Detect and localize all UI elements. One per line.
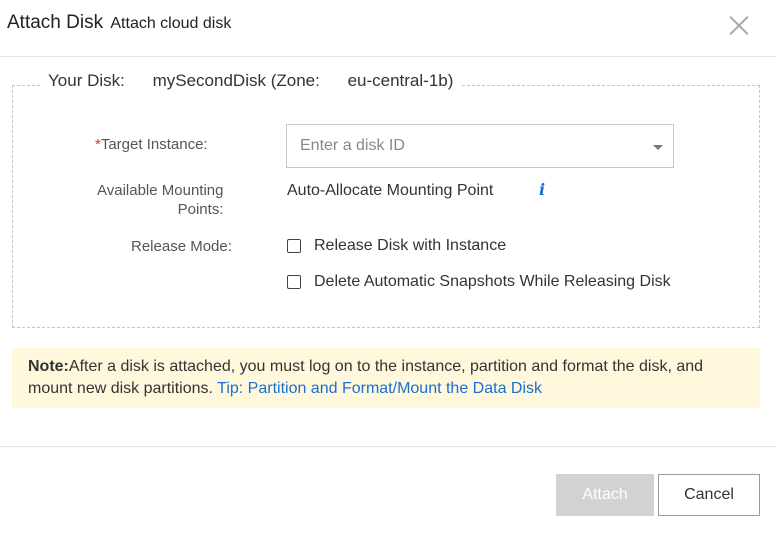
dialog-header: Attach Disk Attach cloud disk bbox=[0, 0, 776, 57]
target-instance-select[interactable]: Enter a disk ID bbox=[286, 124, 674, 168]
disk-name: mySecondDisk (Zone: bbox=[152, 71, 320, 90]
mounting-points-label-line2: Points: bbox=[177, 201, 224, 218]
info-icon[interactable]: i bbox=[539, 180, 545, 199]
cancel-button[interactable]: Cancel bbox=[658, 474, 760, 516]
disk-info-legend: Your Disk: mySecondDisk (Zone: eu-centra… bbox=[40, 71, 462, 91]
mounting-points-label: Available Mounting Points: bbox=[97, 182, 223, 221]
target-instance-label: *Target Instance: bbox=[95, 136, 208, 153]
close-icon[interactable] bbox=[722, 8, 756, 42]
partition-tip-link[interactable]: Tip: Partition and Format/Mount the Data… bbox=[217, 380, 542, 397]
mounting-points-label-line1: Available Mounting bbox=[97, 182, 224, 199]
dialog-subtitle: Attach cloud disk bbox=[110, 15, 232, 32]
dialog-title: Attach Disk Attach cloud disk bbox=[7, 12, 231, 34]
release-with-instance-label[interactable]: Release Disk with Instance bbox=[314, 237, 506, 255]
footer-divider bbox=[0, 446, 776, 447]
note-prefix: Note: bbox=[28, 358, 69, 375]
release-mode-label: Release Mode: bbox=[131, 238, 232, 255]
disk-zone: eu-central-1b) bbox=[347, 71, 454, 90]
release-with-instance-checkbox[interactable] bbox=[287, 239, 301, 253]
mounting-points-value: Auto-Allocate Mounting Point bbox=[287, 182, 494, 199]
delete-snapshots-label[interactable]: Delete Automatic Snapshots While Releasi… bbox=[314, 273, 671, 291]
attach-note: Note:After a disk is attached, you must … bbox=[12, 348, 760, 408]
target-instance-label-text: Target Instance: bbox=[100, 136, 208, 153]
dialog-title-text: Attach Disk bbox=[7, 12, 104, 33]
chevron-down-icon bbox=[653, 145, 663, 150]
disk-info-prefix: Your Disk: bbox=[48, 71, 125, 90]
target-instance-placeholder: Enter a disk ID bbox=[300, 137, 405, 154]
delete-snapshots-checkbox[interactable] bbox=[287, 275, 301, 289]
attach-button[interactable]: Attach bbox=[556, 474, 654, 516]
